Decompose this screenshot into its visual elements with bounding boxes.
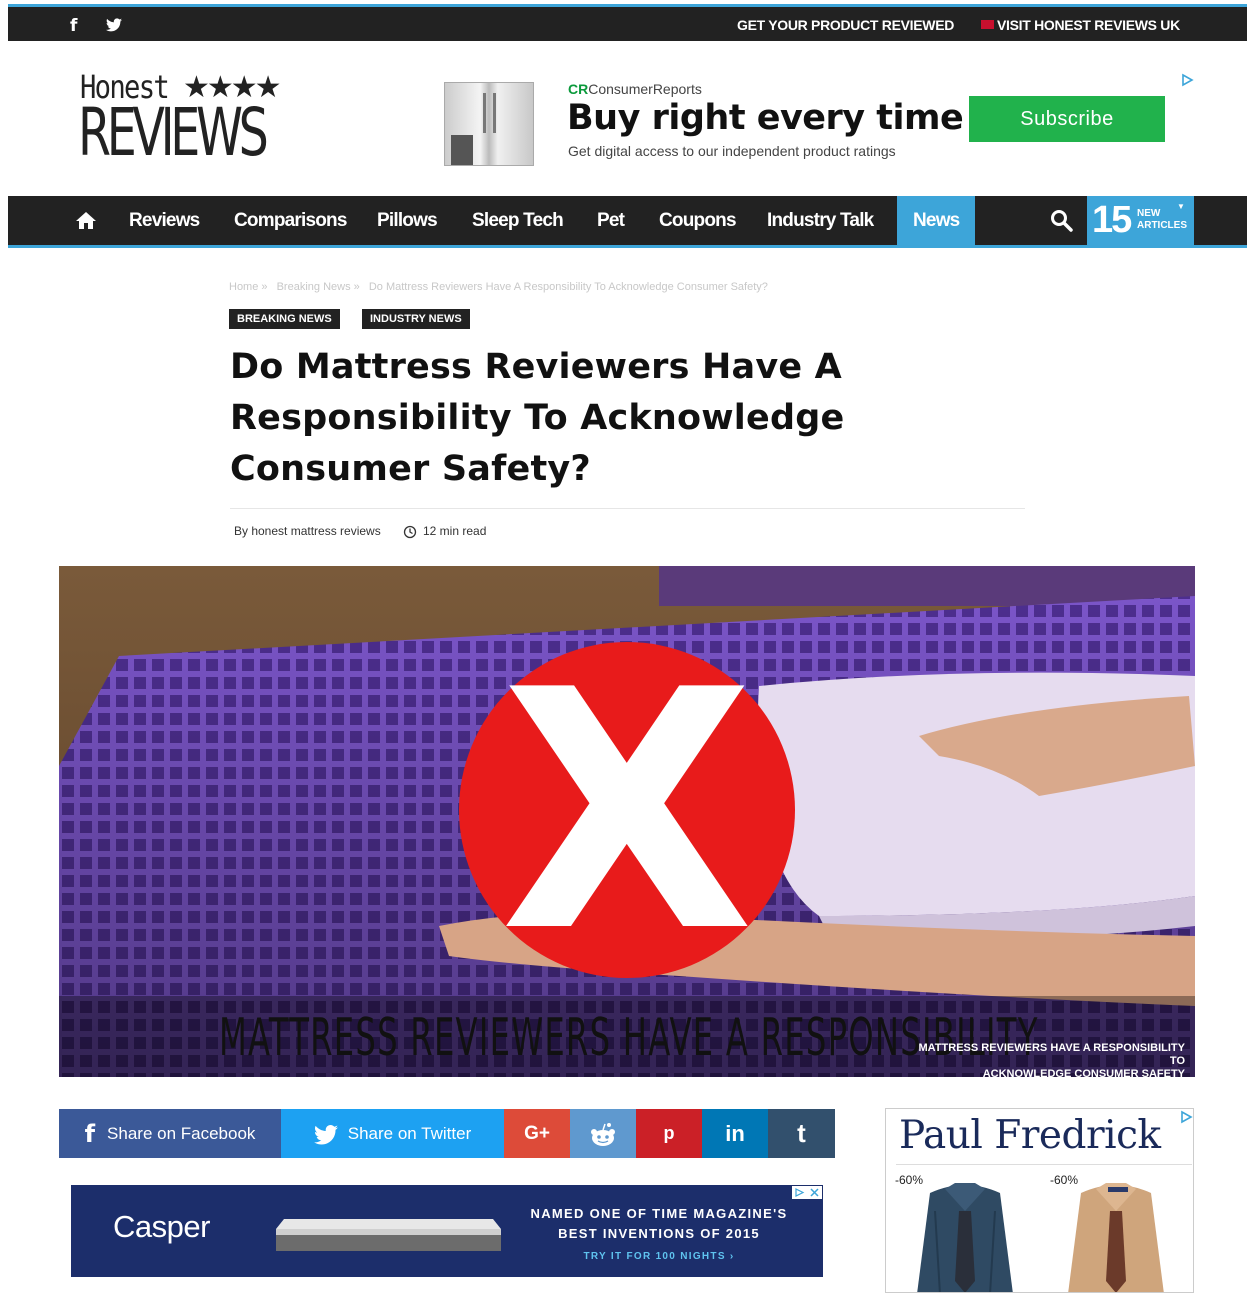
nav-item-coupons[interactable]: Coupons [659,196,737,245]
get-product-reviewed-link[interactable]: GET YOUR PRODUCT REVIEWED [737,17,954,33]
nav-item-pillows[interactable]: Pillows [377,196,438,245]
divider [230,508,1025,509]
uk-flag-icon [981,20,994,29]
articles-label: ARTICLES [1137,220,1187,231]
article-author[interactable]: By honest mattress reviews [234,524,381,538]
share-tumblr-button[interactable]: t [768,1109,835,1158]
share-google-plus-button[interactable]: G+ [504,1109,570,1158]
share-reddit-button[interactable] [570,1109,636,1158]
share-facebook-button[interactable]: f Share on Facebook [59,1109,281,1158]
mattress-image [276,1219,501,1251]
ad-subline: Get digital access to our independent pr… [568,143,896,159]
shirt-blue-image[interactable] [895,1181,1035,1293]
home-icon[interactable] [75,211,97,230]
twitter-icon[interactable] [106,18,122,32]
casper-logo: Casper [113,1209,210,1244]
ad-headline[interactable]: Buy right every time [567,98,964,138]
breadcrumb-breaking-news[interactable]: Breaking News [277,281,351,293]
subscribe-button[interactable]: Subscribe [969,96,1165,142]
new-label: NEW [1137,208,1161,219]
adchoices-icon[interactable] [1180,73,1194,87]
search-icon[interactable] [1050,209,1074,233]
clock-icon [403,525,417,539]
x-mark-icon: X [500,620,754,1004]
share-linkedin-button[interactable]: in [702,1109,768,1158]
consumer-reports-logo: CRConsumerReports [568,81,702,97]
hero-illustration: X [59,566,1195,1077]
top-bar: f GET YOUR PRODUCT REVIEWED VISIT HONEST… [8,4,1247,41]
hero-overlay-text: MATTRESS REVIEWERS HAVE A RESPONSIBILITY… [918,1042,1185,1077]
new-articles-count: 15 [1092,199,1132,241]
paul-fredrick-logo: Paul Fredrick [899,1113,1161,1158]
breadcrumb-separator: » [261,281,268,293]
twitter-icon [313,1124,338,1145]
share-twitter-button[interactable]: Share on Twitter [281,1109,504,1158]
visit-uk-link[interactable]: VISIT HONEST REVIEWS UK [997,17,1180,33]
reddit-icon [591,1122,615,1146]
site-logo[interactable]: Honest ★★★★ REVIEWS [76,64,302,170]
breadcrumb-home[interactable]: Home [229,281,258,293]
nav-item-sleep-tech[interactable]: Sleep Tech [472,196,564,245]
adchoices-icon[interactable] [792,1186,822,1199]
breadcrumb-current: Do Mattress Reviewers Have A Responsibil… [368,281,768,293]
facebook-icon: f [84,1120,96,1149]
nav-item-reviews[interactable]: Reviews [129,196,200,245]
facebook-icon[interactable]: f [70,16,77,36]
casper-ad-line-1: NAMED ONE OF TIME MAGAZINE'S [530,1206,788,1221]
fridge-image[interactable] [444,82,534,166]
nav-item-industry-talk[interactable]: Industry Talk [767,196,874,245]
paul-fredrick-ad[interactable]: Paul Fredrick -60% -60% [885,1108,1194,1293]
breadcrumb: Home » Breaking News » Do Mattress Revie… [229,281,774,293]
logo-reviews-text: REVIEWS [78,94,269,171]
share-pinterest-button[interactable]: p [636,1109,702,1158]
casper-ad[interactable]: Casper NAMED ONE OF TIME MAGAZINE'S BEST… [71,1185,823,1277]
hero-image: X MATTRESS REVIEWERS HAVE A RESPONSIBILI… [59,566,1195,1077]
shirt-tan-image[interactable] [1046,1181,1186,1293]
nav-item-pet[interactable]: Pet [597,196,625,245]
breadcrumb-separator: » [353,281,360,293]
casper-ad-line-2: BEST INVENTIONS OF 2015 [558,1226,760,1241]
adchoices-icon[interactable] [1179,1110,1193,1124]
casper-ad-cta: TRY IT FOR 100 NIGHTS › [583,1251,735,1262]
nav-item-news[interactable]: News [897,196,976,245]
nav-item-comparisons[interactable]: Comparisons [234,196,347,245]
read-time: 12 min read [423,524,487,538]
badge-breaking-news[interactable]: BREAKING NEWS [229,309,340,329]
caret-down-icon: ▼ [1177,202,1185,211]
badge-industry-news[interactable]: INDUSTRY NEWS [362,309,470,329]
main-nav: Reviews Comparisons Pillows Sleep Tech P… [8,196,1247,248]
new-articles-counter[interactable]: 15 NEW ARTICLES ▼ [1087,196,1194,245]
article-title: Do Mattress Reviewers Have A Responsibil… [230,347,845,489]
